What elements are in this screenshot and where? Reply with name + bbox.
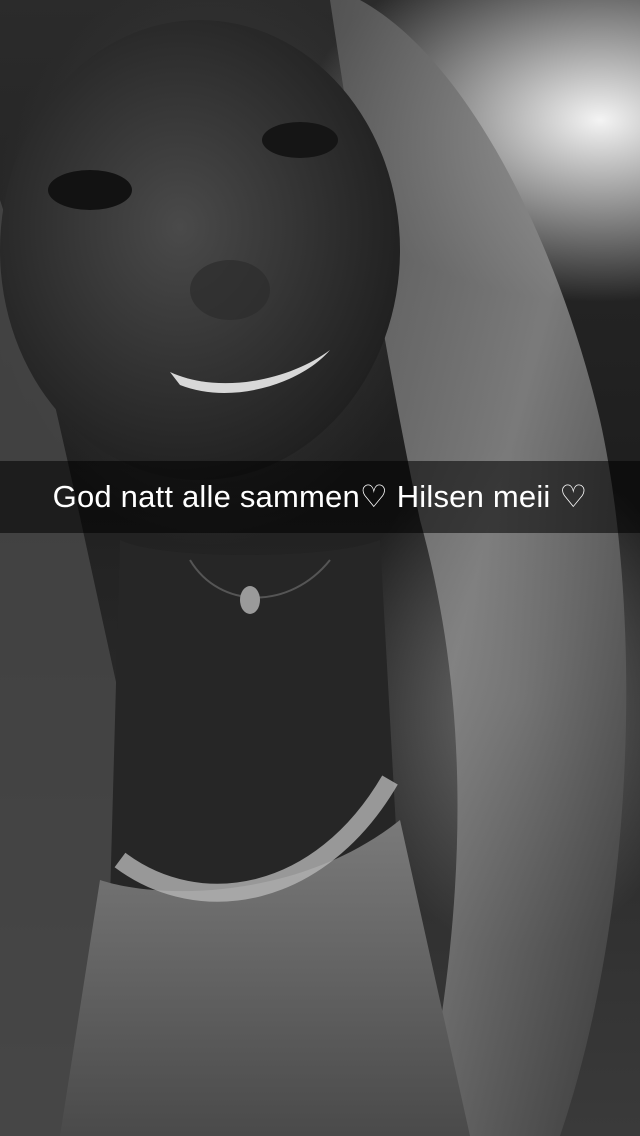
selfie-photo [0,0,627,1136]
left-eye [48,170,132,210]
snap-viewer[interactable]: God natt alle sammen♡ Hilsen meii ♡ [0,0,640,1136]
face [0,20,400,480]
right-eye [262,122,338,158]
nose [190,260,270,320]
caption-text: God natt alle sammen♡ Hilsen meii ♡ [52,479,588,514]
pendant [240,586,260,614]
caption-bar[interactable]: God natt alle sammen♡ Hilsen meii ♡ [0,461,640,533]
